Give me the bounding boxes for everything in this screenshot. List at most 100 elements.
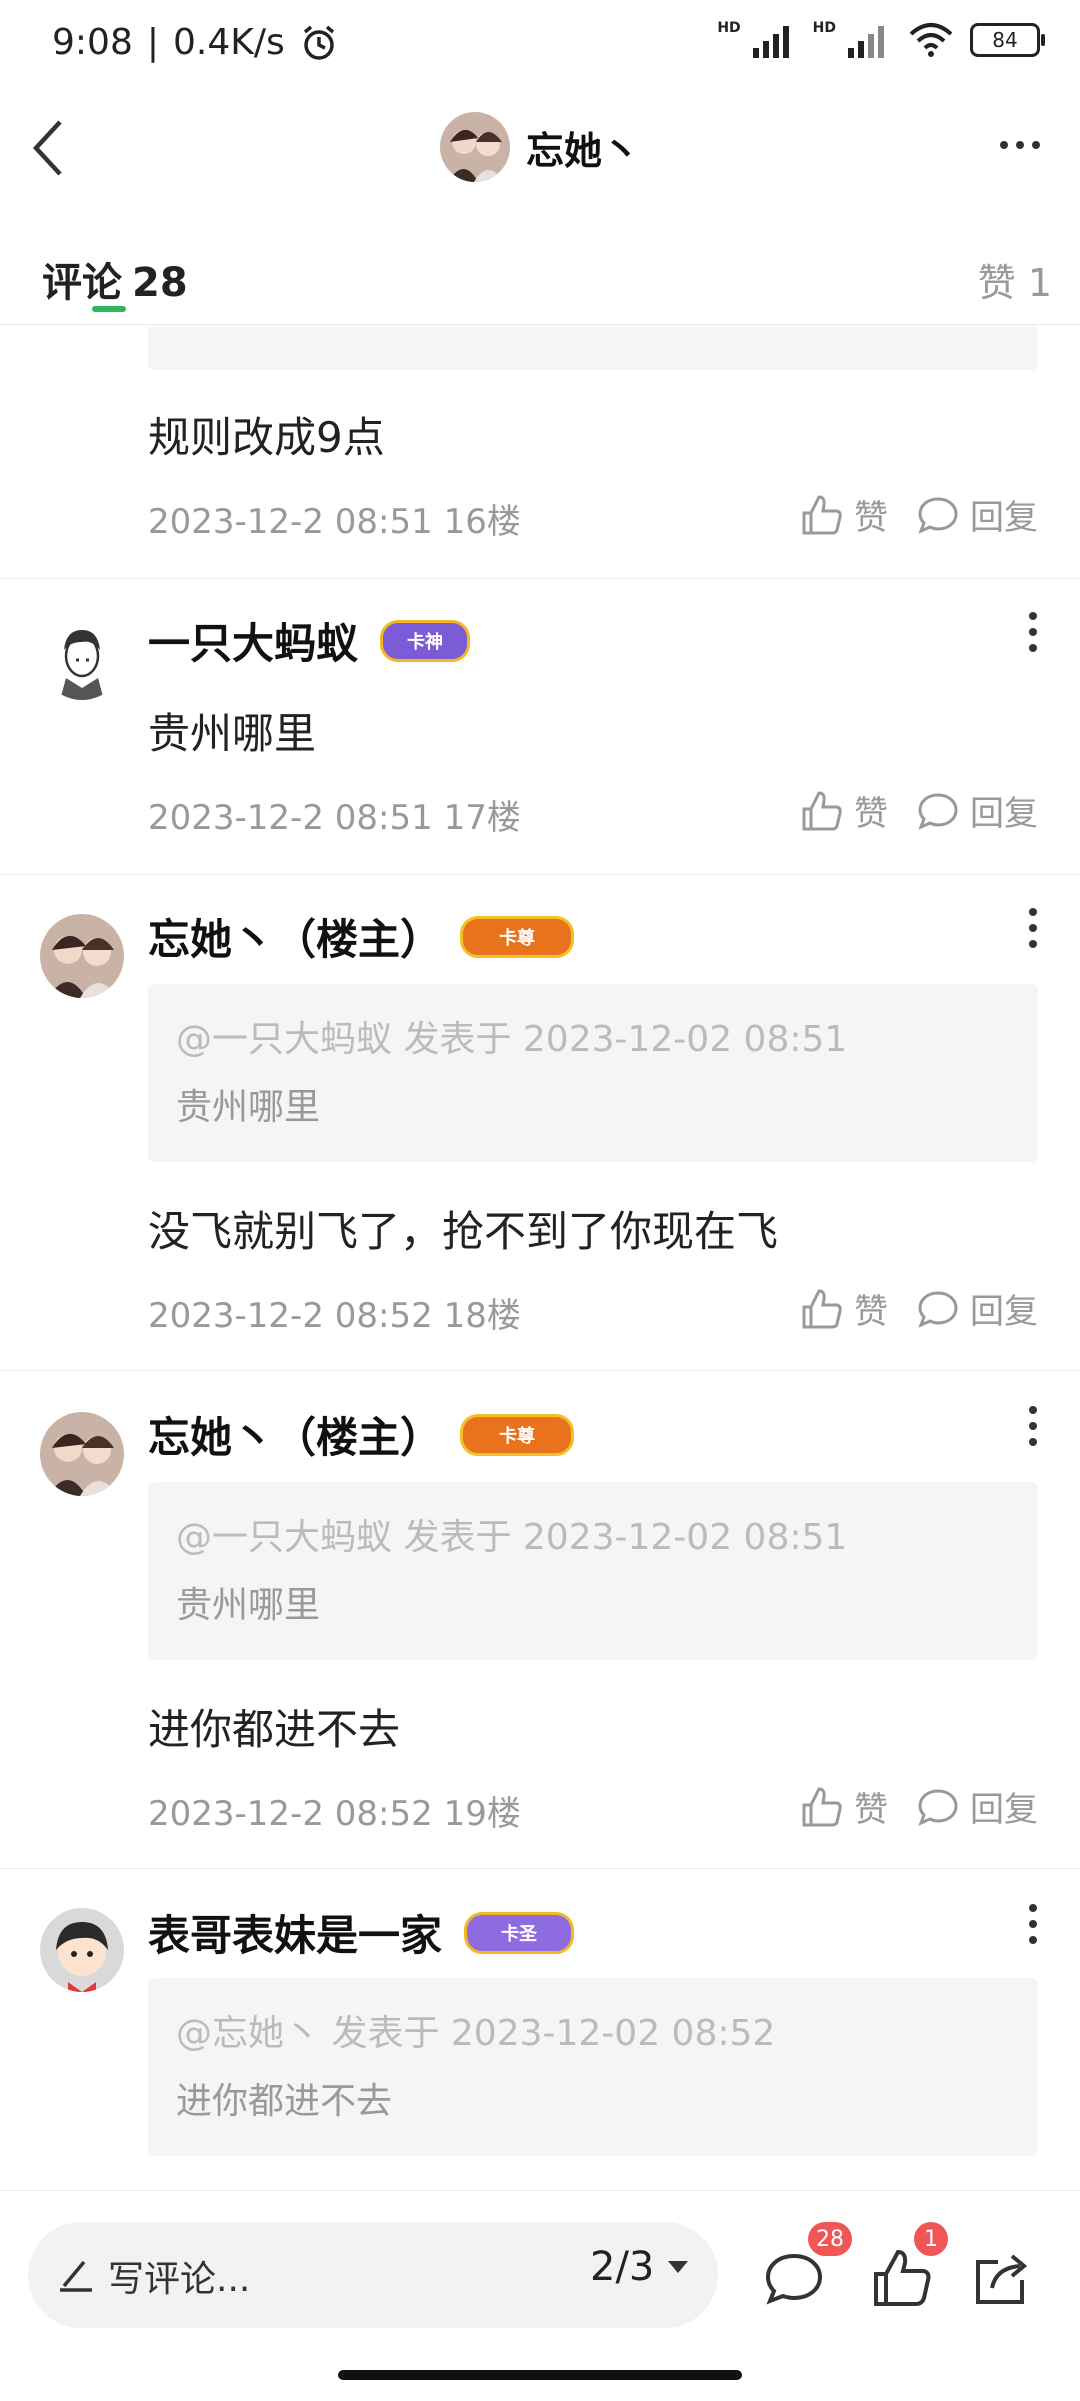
speech-bubble-icon — [918, 1788, 958, 1826]
hd-label-1: HD — [717, 20, 741, 36]
quote-block[interactable]: @一只大蚂蚁 发表于 2023-12-02 08:51 贵州哪里 — [148, 1482, 1038, 1660]
comment-username[interactable]: 忘她丶（楼主） — [148, 906, 442, 967]
badge-label: 卡尊 — [499, 927, 536, 949]
divider — [0, 578, 1080, 579]
comment-meta: 2023-12-2 08:52 18楼 — [148, 1288, 521, 1337]
like-label: 赞 — [854, 794, 888, 834]
comment-header: 忘她丶（楼主） 卡尊 — [148, 1404, 575, 1465]
divider — [0, 1868, 1080, 1869]
thumbs-up-icon — [802, 494, 842, 534]
comment-floor: 17楼 — [443, 798, 521, 838]
menu-dot — [1029, 628, 1037, 636]
speech-bubble-icon — [918, 496, 958, 534]
avatar[interactable] — [40, 1908, 124, 1992]
avatar[interactable] — [40, 914, 124, 998]
comment-header: 一只大蚂蚁 卡神 — [148, 610, 471, 671]
level-badge: 卡尊 — [460, 1413, 575, 1456]
like-post-button[interactable] — [870, 2246, 934, 2314]
reply-button[interactable]: 回复 — [916, 490, 1038, 539]
comment-username[interactable]: 一只大蚂蚁 — [148, 610, 358, 671]
menu-dot — [1029, 908, 1037, 916]
comment-menu-button[interactable] — [1018, 908, 1048, 948]
comment-text: 进你都进不去 — [148, 1705, 401, 1754]
triangle-down-icon — [668, 2261, 689, 2273]
tab-comments[interactable]: 评论 28 — [42, 250, 188, 308]
comment-floor: 19楼 — [443, 1794, 521, 1834]
quote-block[interactable]: @一只大蚂蚁 发表于 2023-12-02 08:51 贵州哪里 — [148, 984, 1038, 1162]
divider — [0, 874, 1080, 875]
menu-dot — [1029, 644, 1037, 652]
battery-indicator: 84 — [970, 23, 1045, 57]
menu-dot — [1029, 1920, 1037, 1928]
thumbs-up-icon — [802, 1288, 842, 1328]
like-button[interactable]: 赞 — [800, 1284, 888, 1333]
comment-menu-button[interactable] — [1018, 1904, 1048, 1944]
page-indicator: 2/3 — [590, 2244, 655, 2290]
like-label: 赞 — [854, 498, 888, 538]
share-button[interactable] — [970, 2246, 1034, 2314]
divider — [0, 1370, 1080, 1371]
tab-likes[interactable]: 赞 1 — [978, 252, 1052, 307]
quote-meta: @一只大蚂蚁 发表于 2023-12-02 08:51 — [176, 1019, 848, 1060]
speech-bubble-icon — [918, 1290, 958, 1328]
thumbs-up-icon — [874, 2249, 931, 2306]
page-selector[interactable]: 2/3 — [590, 2244, 690, 2290]
quote-text: 贵州哪里 — [176, 1585, 321, 1626]
quote-block[interactable]: @忘她丶 发表于 2023-12-02 08:52 进你都进不去 — [148, 1978, 1038, 2156]
status-left: 9:08 | 0.4K/s — [52, 22, 339, 63]
quote-text: 进你都进不去 — [176, 2081, 393, 2122]
comment-text: 规则改成9点 — [148, 413, 385, 462]
like-button[interactable]: 赞 — [800, 786, 888, 835]
status-time: 9:08 — [52, 22, 133, 63]
badge-label: 卡圣 — [501, 1923, 538, 1945]
back-button[interactable] — [20, 110, 80, 186]
thumbs-up-icon — [802, 1786, 842, 1826]
avatar[interactable] — [40, 1412, 124, 1496]
write-comment-placeholder: 写评论... — [108, 2259, 251, 2300]
like-count-badge-text: 1 — [924, 2226, 938, 2252]
comment-date: 2023-12-2 08:52 — [148, 1296, 433, 1336]
status-separator: | — [146, 22, 159, 63]
menu-dot — [1029, 1438, 1037, 1446]
hd-label-2: HD — [812, 20, 836, 36]
comment-username[interactable]: 忘她丶（楼主） — [148, 1404, 442, 1465]
comment-header: 忘她丶（楼主） 卡尊 — [148, 906, 575, 967]
signal-icon-1 — [752, 26, 789, 58]
reply-button[interactable]: 回复 — [916, 1782, 1038, 1831]
pencil-icon — [60, 2260, 92, 2292]
comment-menu-button[interactable] — [1018, 1406, 1048, 1446]
menu-dot — [1029, 924, 1037, 932]
more-options-button[interactable] — [990, 120, 1050, 170]
comment-count-badge-text: 28 — [816, 2226, 844, 2252]
home-indicator[interactable] — [338, 2370, 742, 2380]
like-label: 赞 — [854, 1790, 888, 1830]
menu-dot — [1029, 612, 1037, 620]
menu-dot — [1029, 1936, 1037, 1944]
comment-menu-button[interactable] — [1018, 612, 1048, 652]
header-avatar — [440, 112, 510, 182]
badge-label: 卡神 — [407, 631, 444, 653]
status-bar: 9:08 | 0.4K/s HD HD 84 — [0, 0, 1080, 100]
status-right: HD HD 84 — [717, 20, 1045, 58]
level-badge: 卡神 — [380, 619, 471, 662]
header-user[interactable]: 忘她丶 — [440, 110, 640, 184]
comment-text: 没飞就别飞了，抢不到了你现在飞 — [148, 1207, 779, 1256]
comment-username[interactable]: 表哥表妹是一家 — [148, 1902, 442, 1963]
menu-dot — [1029, 940, 1037, 948]
more-dot — [1016, 141, 1024, 149]
avatar[interactable] — [40, 616, 124, 700]
network-speed: 0.4K/s — [172, 22, 285, 63]
speech-bubble-icon — [765, 2253, 823, 2305]
chevron-left-icon — [32, 120, 62, 176]
thumbs-up-icon — [802, 790, 842, 830]
like-button[interactable]: 赞 — [800, 1782, 888, 1831]
comment-text: 贵州哪里 — [148, 709, 317, 758]
like-button[interactable]: 赞 — [800, 490, 888, 539]
comment-header: 表哥表妹是一家 卡圣 — [148, 1902, 575, 1963]
reply-button[interactable]: 回复 — [916, 1284, 1038, 1333]
comments-button[interactable] — [762, 2246, 826, 2314]
reply-label: 回复 — [970, 1790, 1038, 1830]
comment-date: 2023-12-2 08:51 — [148, 502, 433, 542]
reply-button[interactable]: 回复 — [916, 786, 1038, 835]
alarm-icon — [303, 25, 334, 60]
